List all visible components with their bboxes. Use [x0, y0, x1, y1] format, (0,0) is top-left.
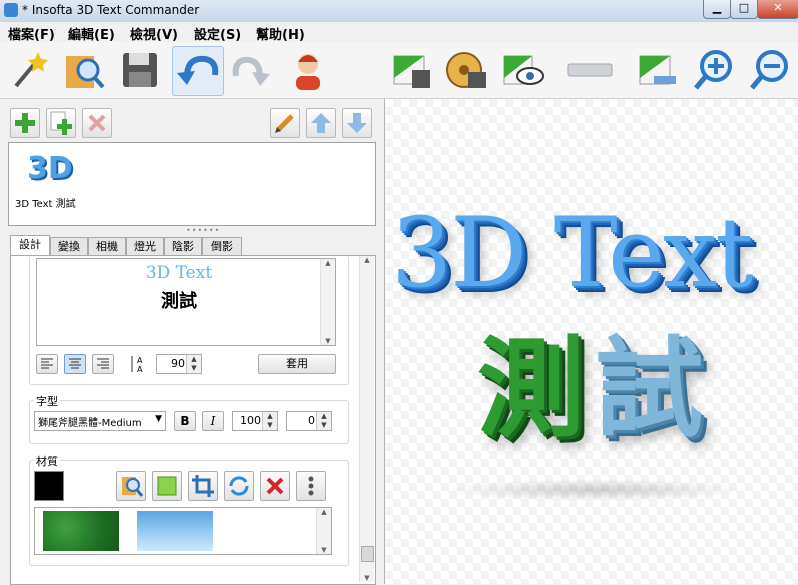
- move-up-button[interactable]: [306, 108, 336, 138]
- list-item-label: 3D Text 測試: [15, 199, 76, 210]
- browse-texture-icon[interactable]: [116, 471, 146, 501]
- support-icon[interactable]: [286, 48, 330, 92]
- material-color-swatch[interactable]: [34, 471, 64, 501]
- redo-icon[interactable]: [230, 48, 274, 92]
- add-item-button[interactable]: [10, 108, 40, 138]
- maximize-button[interactable]: □: [730, 0, 758, 19]
- remove-texture-icon[interactable]: [260, 471, 290, 501]
- refresh-icon[interactable]: [224, 471, 254, 501]
- more-options-icon[interactable]: [296, 471, 326, 501]
- text-editor[interactable]: 3D Text 測試 ▲ ▼: [36, 258, 336, 346]
- separator-bar-icon[interactable]: [566, 48, 613, 92]
- export-image-icon[interactable]: [390, 48, 434, 92]
- close-button[interactable]: ✕: [757, 0, 798, 19]
- letter-spacing-value: 0: [308, 414, 315, 427]
- align-left-button[interactable]: [36, 354, 58, 374]
- menu-file[interactable]: 檔案(F): [8, 24, 55, 43]
- minimize-button[interactable]: ▁: [703, 0, 731, 19]
- svg-text:A: A: [137, 365, 143, 374]
- align-center-button[interactable]: [64, 354, 86, 374]
- list-item[interactable]: 3D 3D Text 測試: [13, 147, 83, 213]
- font-family-value: 獅尾斧腿黑體-Medium: [38, 418, 142, 429]
- window-title: * Insofta 3D Text Commander: [22, 3, 200, 17]
- add-subitem-button[interactable]: [46, 108, 76, 138]
- texture-scrollbar[interactable]: ▲ ▼: [316, 508, 331, 554]
- tab-shadow[interactable]: 陰影: [164, 237, 202, 255]
- toolbar: [0, 42, 798, 99]
- open-search-icon[interactable]: [62, 48, 106, 92]
- sky-texture-thumbnail[interactable]: [137, 511, 213, 551]
- export-video-icon[interactable]: [444, 48, 488, 92]
- solid-color-icon[interactable]: [152, 471, 182, 501]
- rename-pencil-icon[interactable]: [270, 108, 300, 138]
- grass-texture-thumbnail[interactable]: [43, 511, 119, 551]
- crop-icon[interactable]: [188, 471, 218, 501]
- svg-text:A: A: [137, 356, 143, 365]
- design-tab-panel: 3D Text 測試 ▲ ▼ AA 90 ▲ ▼ 套用 字型 獅尾斧腿黑體-Me…: [10, 255, 376, 585]
- font-family-select[interactable]: 獅尾斧腿黑體-Medium ▼: [34, 411, 166, 431]
- canvas-line-1: 3D Text: [391, 197, 754, 309]
- bold-button[interactable]: B: [174, 411, 196, 431]
- tab-camera[interactable]: 相機: [88, 237, 126, 255]
- menu-edit[interactable]: 編輯(E): [68, 24, 115, 43]
- italic-button[interactable]: I: [202, 411, 224, 431]
- menu-help[interactable]: 幫助(H): [256, 24, 305, 43]
- zoom-out-icon[interactable]: [748, 48, 792, 92]
- tab-transform[interactable]: 變換: [50, 237, 88, 255]
- line-spacing-stepper[interactable]: 90 ▲ ▼: [156, 354, 202, 374]
- canvas-char-2: 試: [595, 327, 704, 452]
- move-down-button[interactable]: [342, 108, 372, 138]
- preview-icon[interactable]: [500, 48, 544, 92]
- canvas-char-1: 測: [477, 327, 586, 452]
- title-bar: * Insofta 3D Text Commander ▁ □ ✕: [0, 0, 798, 22]
- splitter-grip[interactable]: ••••••: [186, 226, 220, 235]
- panel-scrollbar[interactable]: ▲ ▼: [359, 256, 374, 582]
- text-shadow-reflection: [445, 479, 745, 501]
- render-canvas[interactable]: 3D Text 測 試: [384, 99, 798, 584]
- scrollbar-thumb[interactable]: [361, 546, 374, 562]
- tab-reflection[interactable]: 倒影: [202, 237, 242, 255]
- save-icon[interactable]: [118, 48, 162, 92]
- delete-item-button[interactable]: [82, 108, 112, 138]
- material-group-label: 材質: [34, 453, 60, 469]
- font-size-stepper[interactable]: 100 ▲ ▼: [232, 411, 278, 431]
- font-size-value: 100: [240, 414, 261, 427]
- left-panel: 3D 3D Text 測試 •••••• 設計 變換 相機 燈光 陰影 倒影 3…: [6, 100, 378, 585]
- undo-icon[interactable]: [172, 46, 224, 96]
- font-group: 字型 獅尾斧腿黑體-Medium ▼ B I 100 ▲ ▼ 0 ▲ ▼: [29, 393, 349, 444]
- menu-bar: 檔案(F) 編輯(E) 檢視(V) 設定(S) 幫助(H): [0, 22, 798, 43]
- preview-line-1: 3D Text: [145, 263, 213, 283]
- font-group-label: 字型: [34, 393, 60, 409]
- texture-list: ▲ ▼: [34, 507, 332, 555]
- preview-line-2: 測試: [161, 291, 197, 312]
- tab-light[interactable]: 燈光: [126, 237, 164, 255]
- list-item-thumbnail: 3D: [27, 151, 73, 186]
- edit-image-icon[interactable]: [636, 48, 680, 92]
- stepper-arrows[interactable]: ▲ ▼: [186, 355, 201, 373]
- chevron-down-icon: ▼: [155, 414, 162, 424]
- wizard-icon[interactable]: [6, 48, 50, 92]
- stepper-arrows[interactable]: ▲ ▼: [262, 412, 277, 430]
- apply-button[interactable]: 套用: [258, 354, 336, 374]
- align-right-button[interactable]: [92, 354, 114, 374]
- app-icon: [4, 3, 18, 17]
- stepper-arrows[interactable]: ▲ ▼: [316, 412, 331, 430]
- editor-scrollbar[interactable]: ▲ ▼: [320, 259, 335, 345]
- material-group: 材質 ▲ ▼: [29, 453, 349, 566]
- menu-view[interactable]: 檢視(V): [130, 24, 178, 43]
- text-group: 3D Text 測試 ▲ ▼ AA 90 ▲ ▼ 套用: [29, 256, 349, 385]
- project-list: 3D 3D Text 測試: [8, 142, 376, 226]
- letter-spacing-stepper[interactable]: 0 ▲ ▼: [286, 411, 332, 431]
- zoom-in-icon[interactable]: [692, 48, 736, 92]
- line-spacing-icon: AA: [128, 354, 150, 374]
- menu-settings[interactable]: 設定(S): [194, 24, 241, 43]
- tab-design[interactable]: 設計: [10, 235, 50, 255]
- line-spacing-value: 90: [171, 357, 185, 370]
